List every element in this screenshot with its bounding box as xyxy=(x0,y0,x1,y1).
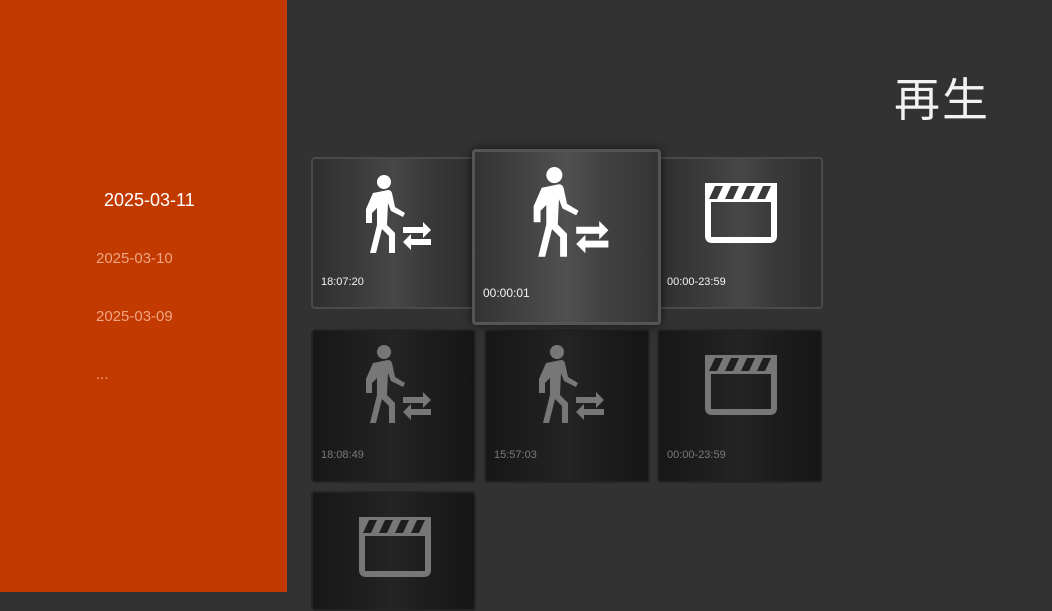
recording-card[interactable] xyxy=(311,491,476,611)
recording-card[interactable]: 00:00-23:59 xyxy=(657,329,823,483)
recording-time: 18:08:49 xyxy=(321,449,364,461)
motion-icon xyxy=(539,345,604,423)
recording-time: 00:00-23:59 xyxy=(667,276,726,288)
recording-card[interactable]: 18:08:49 xyxy=(311,329,476,483)
date-item[interactable]: 2025-03-10 xyxy=(96,250,173,267)
clapperboard-icon xyxy=(705,355,777,415)
clapperboard-icon xyxy=(359,517,431,577)
clapperboard-icon xyxy=(705,183,777,243)
date-sidebar: 2025-03-11 2025-03-10 2025-03-09 ... xyxy=(0,0,287,592)
recording-time: 18:07:20 xyxy=(321,276,364,288)
recording-card[interactable]: 18:07:20 xyxy=(311,157,476,309)
recording-time: 00:00:01 xyxy=(483,286,530,300)
date-item-more[interactable]: ... xyxy=(96,366,109,383)
recording-time: 00:00-23:59 xyxy=(667,449,726,461)
recording-card[interactable]: 00:00-23:59 xyxy=(657,157,823,309)
page-title: 再生 xyxy=(894,73,990,127)
motion-icon xyxy=(533,167,609,257)
date-item[interactable]: 2025-03-09 xyxy=(96,308,173,325)
recording-card-focused[interactable]: 00:00:01 xyxy=(472,149,661,325)
recording-time: 15:57:03 xyxy=(494,449,537,461)
recording-card[interactable]: 15:57:03 xyxy=(484,329,650,483)
motion-icon xyxy=(366,345,431,423)
motion-icon xyxy=(366,175,431,253)
date-item-selected[interactable]: 2025-03-11 xyxy=(104,190,195,211)
